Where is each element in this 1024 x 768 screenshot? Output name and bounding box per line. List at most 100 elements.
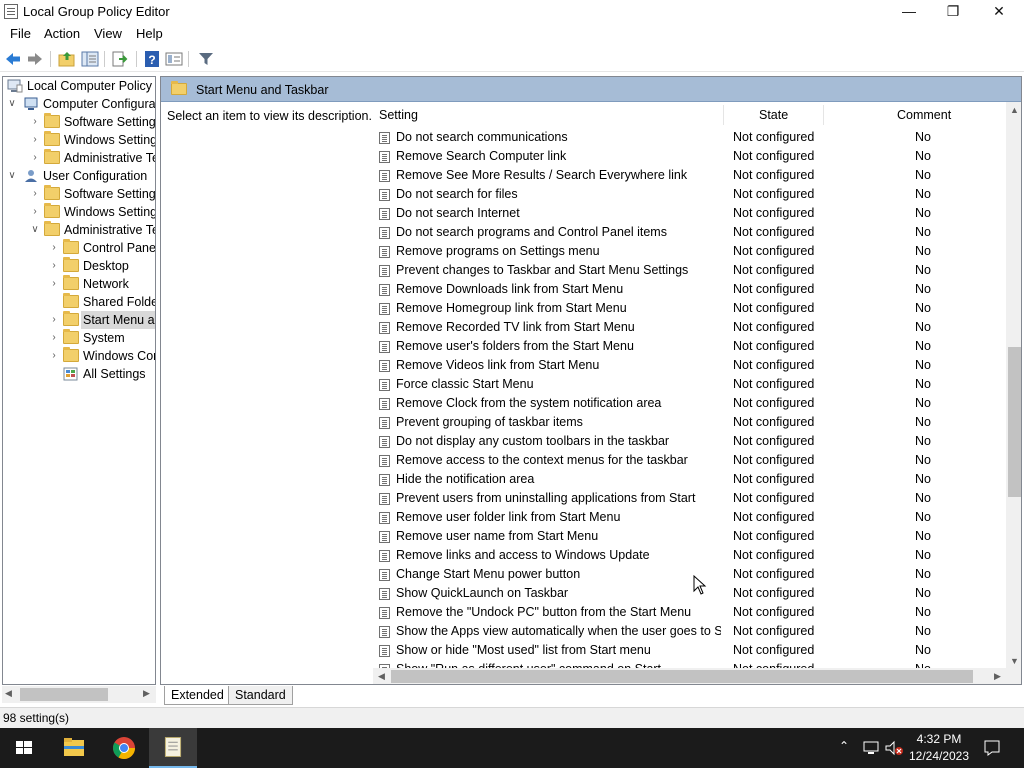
- collapse-chevron-icon[interactable]: ›: [30, 113, 40, 131]
- show-hidden-icons-icon[interactable]: ⌃: [839, 739, 849, 753]
- system-clock[interactable]: 4:32 PM 12/24/2023: [906, 731, 972, 765]
- table-row[interactable]: Remove Downloads link from Start Menu Not…: [373, 280, 1009, 299]
- settings-vertical-scrollbar[interactable]: ▲ ▼: [1006, 102, 1021, 670]
- tree-item[interactable]: All Settings: [3, 365, 155, 383]
- table-row[interactable]: Remove programs on Settings menu Not conf…: [373, 242, 1009, 261]
- up-folder-icon[interactable]: [58, 50, 76, 68]
- collapse-chevron-icon[interactable]: ›: [49, 329, 59, 347]
- tree-item[interactable]: › Software Settings: [3, 113, 155, 131]
- tree-item[interactable]: ∨ Administrative Te: [3, 221, 155, 239]
- table-row[interactable]: Do not display any custom toolbars in th…: [373, 432, 1009, 451]
- tree-item[interactable]: Shared Folder: [3, 293, 155, 311]
- export-list-icon[interactable]: [111, 50, 129, 68]
- scroll-thumb[interactable]: [20, 688, 108, 701]
- column-header-setting[interactable]: Setting: [379, 102, 418, 128]
- volume-muted-icon[interactable]: [884, 740, 904, 756]
- expand-chevron-icon[interactable]: ∨: [30, 221, 40, 239]
- collapse-chevron-icon[interactable]: ›: [49, 311, 59, 329]
- table-row[interactable]: Remove Homegroup link from Start Menu Not…: [373, 299, 1009, 318]
- table-row[interactable]: Prevent grouping of taskbar items Not con…: [373, 413, 1009, 432]
- table-row[interactable]: Prevent users from uninstalling applicat…: [373, 489, 1009, 508]
- minimize-button[interactable]: —: [886, 0, 932, 24]
- table-row[interactable]: Do not search for files Not configured No: [373, 185, 1009, 204]
- tree-item[interactable]: › System: [3, 329, 155, 347]
- filter-icon[interactable]: [197, 50, 215, 68]
- table-row[interactable]: Remove links and access to Windows Updat…: [373, 546, 1009, 565]
- table-row[interactable]: Prevent changes to Taskbar and Start Men…: [373, 261, 1009, 280]
- collapse-chevron-icon[interactable]: ›: [30, 149, 40, 167]
- show-hide-tree-icon[interactable]: [81, 50, 99, 68]
- close-button[interactable]: ✕: [976, 0, 1022, 24]
- properties-icon[interactable]: [165, 50, 183, 68]
- tree-item[interactable]: › Network: [3, 275, 155, 293]
- scroll-right-icon[interactable]: ▶: [989, 668, 1006, 684]
- menu-file[interactable]: File: [10, 26, 31, 41]
- column-divider[interactable]: [823, 105, 824, 125]
- table-row[interactable]: Remove See More Results / Search Everywh…: [373, 166, 1009, 185]
- tree-item[interactable]: › Start Menu ar: [3, 311, 155, 329]
- table-row[interactable]: Remove Clock from the system notificatio…: [373, 394, 1009, 413]
- collapse-chevron-icon[interactable]: ›: [30, 203, 40, 221]
- tree-item[interactable]: › Windows Cor: [3, 347, 155, 365]
- table-row[interactable]: Show the Apps view automatically when th…: [373, 622, 1009, 641]
- tab-standard[interactable]: Standard: [228, 686, 293, 705]
- scroll-left-icon[interactable]: ◀: [373, 668, 390, 684]
- expand-chevron-icon[interactable]: ∨: [7, 167, 17, 185]
- column-divider[interactable]: [723, 105, 724, 125]
- table-row[interactable]: Show or hide "Most used" list from Start…: [373, 641, 1009, 660]
- scroll-thumb[interactable]: [391, 670, 973, 683]
- table-row[interactable]: Change Start Menu power button Not config…: [373, 565, 1009, 584]
- menu-action[interactable]: Action: [44, 26, 80, 41]
- scroll-left-icon[interactable]: ◀: [5, 688, 12, 699]
- chrome-icon[interactable]: [100, 728, 148, 768]
- tree-item[interactable]: › Windows Setting: [3, 203, 155, 221]
- back-arrow-icon[interactable]: [4, 50, 22, 68]
- tree-item[interactable]: › Desktop: [3, 257, 155, 275]
- tree-item[interactable]: ∨ User Configuration: [3, 167, 155, 185]
- collapse-chevron-icon[interactable]: ›: [49, 347, 59, 365]
- settings-horizontal-scrollbar[interactable]: ◀ ▶: [373, 668, 1021, 684]
- column-header-comment[interactable]: Comment: [897, 102, 951, 128]
- network-icon[interactable]: [862, 740, 880, 756]
- tree-item[interactable]: ∨ Computer Configura: [3, 95, 155, 113]
- table-row[interactable]: Force classic Start Menu Not configured No: [373, 375, 1009, 394]
- scroll-thumb[interactable]: [1008, 347, 1021, 497]
- menu-help[interactable]: Help: [136, 26, 163, 41]
- tab-extended[interactable]: Extended: [164, 686, 231, 705]
- tree-item[interactable]: › Administrative Te: [3, 149, 155, 167]
- scroll-right-icon[interactable]: ▶: [143, 688, 150, 699]
- table-row[interactable]: Remove the "Undock PC" button from the S…: [373, 603, 1009, 622]
- scroll-up-icon[interactable]: ▲: [1006, 102, 1021, 119]
- table-row[interactable]: Remove Videos link from Start Menu Not co…: [373, 356, 1009, 375]
- table-row[interactable]: Hide the notification area Not configured…: [373, 470, 1009, 489]
- file-explorer-icon[interactable]: [50, 728, 98, 768]
- help-icon[interactable]: ?: [143, 50, 161, 68]
- tree-item[interactable]: › Control Panel: [3, 239, 155, 257]
- table-row[interactable]: Show QuickLaunch on Taskbar Not configure…: [373, 584, 1009, 603]
- forward-arrow-icon[interactable]: [26, 50, 44, 68]
- table-row[interactable]: Remove Recorded TV link from Start Menu N…: [373, 318, 1009, 337]
- table-row[interactable]: Remove user's folders from the Start Men…: [373, 337, 1009, 356]
- tree-horizontal-scrollbar[interactable]: ◀ ▶: [2, 686, 156, 703]
- tree-item[interactable]: › Windows Setting: [3, 131, 155, 149]
- collapse-chevron-icon[interactable]: ›: [49, 239, 59, 257]
- table-row[interactable]: Do not search communications Not configur…: [373, 128, 1009, 147]
- menu-view[interactable]: View: [94, 26, 122, 41]
- start-icon[interactable]: [0, 728, 48, 768]
- notifications-icon[interactable]: [983, 739, 1001, 757]
- collapse-chevron-icon[interactable]: ›: [49, 257, 59, 275]
- tree-item[interactable]: Local Computer Policy: [3, 77, 155, 95]
- tree-item[interactable]: › Software Settings: [3, 185, 155, 203]
- collapse-chevron-icon[interactable]: ›: [30, 131, 40, 149]
- table-row[interactable]: Remove access to the context menus for t…: [373, 451, 1009, 470]
- table-row[interactable]: Remove Search Computer link Not configure…: [373, 147, 1009, 166]
- table-row[interactable]: Remove user name from Start Menu Not conf…: [373, 527, 1009, 546]
- table-row[interactable]: Do not search programs and Control Panel…: [373, 223, 1009, 242]
- collapse-chevron-icon[interactable]: ›: [49, 275, 59, 293]
- maximize-button[interactable]: ❐: [930, 0, 976, 24]
- collapse-chevron-icon[interactable]: ›: [30, 185, 40, 203]
- notepad-icon[interactable]: [149, 728, 197, 768]
- table-row[interactable]: Do not search Internet Not configured No: [373, 204, 1009, 223]
- expand-chevron-icon[interactable]: ∨: [7, 95, 17, 113]
- table-row[interactable]: Remove user folder link from Start Menu N…: [373, 508, 1009, 527]
